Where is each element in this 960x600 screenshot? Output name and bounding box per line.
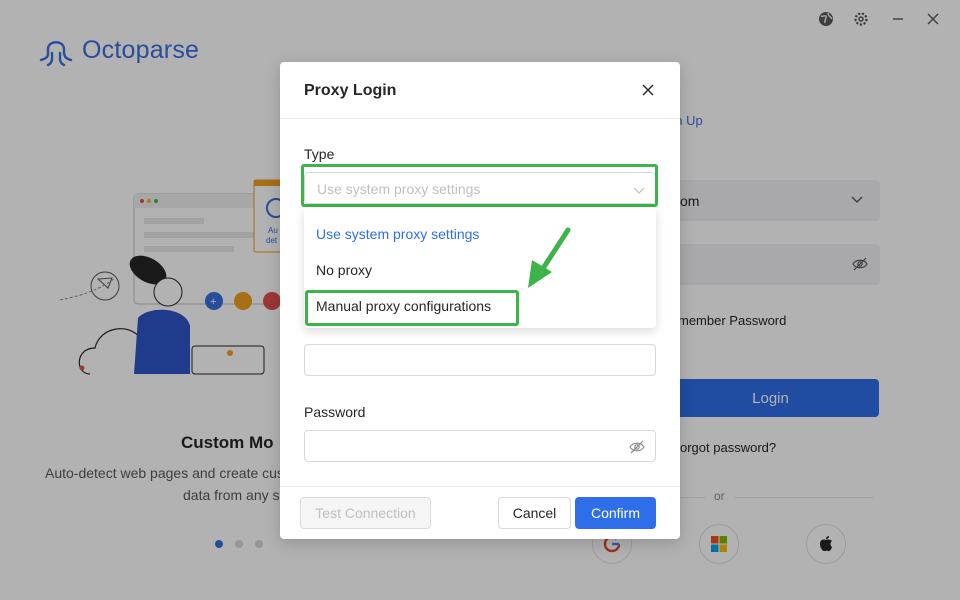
eye-off-icon[interactable] [629, 439, 645, 460]
option-use-system-proxy[interactable]: Use system proxy settings [304, 216, 656, 252]
close-icon[interactable] [640, 82, 656, 98]
type-label: Type [304, 146, 335, 162]
proxy-type-dropdown: Use system proxy settings No proxy Manua… [304, 208, 656, 328]
option-no-proxy[interactable]: No proxy [304, 252, 656, 288]
confirm-button[interactable]: Confirm [575, 497, 656, 529]
dialog-title: Proxy Login [304, 82, 397, 99]
divider [280, 118, 680, 119]
proxy-type-select[interactable]: Use system proxy settings [304, 172, 656, 204]
password-input[interactable] [304, 430, 656, 462]
proxy-type-select-placeholder: Use system proxy settings [317, 181, 481, 197]
cancel-button[interactable]: Cancel [498, 497, 571, 529]
chevron-down-icon [633, 183, 645, 201]
option-manual-proxy[interactable]: Manual proxy configurations [304, 288, 656, 324]
divider [280, 486, 680, 487]
username-input[interactable] [304, 344, 656, 376]
annotation-arrow-icon [522, 226, 574, 297]
test-connection-button[interactable]: Test Connection [300, 497, 431, 529]
password-label: Password [304, 404, 366, 420]
